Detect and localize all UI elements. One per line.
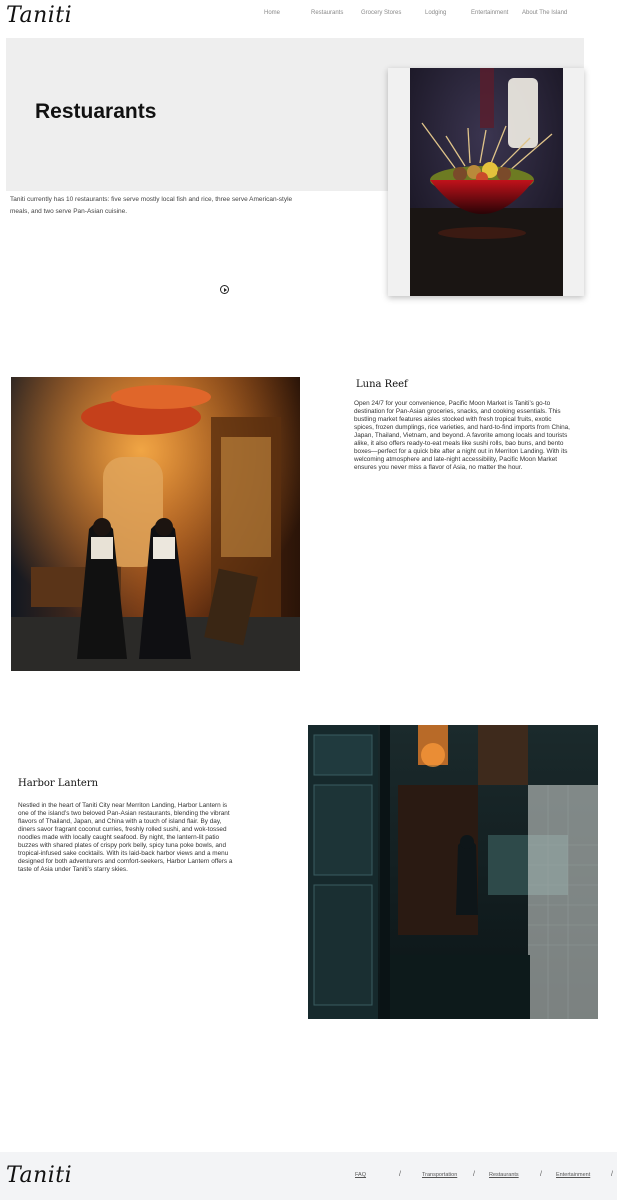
- site-logo[interactable]: Taniti: [6, 3, 72, 28]
- night-market-photo: [11, 377, 300, 671]
- section-text-harbor-lantern: Nestled in the heart of Taniti City near…: [18, 802, 233, 873]
- nav-entertainment[interactable]: Entertainment: [471, 10, 508, 16]
- nav-home[interactable]: Home: [264, 10, 280, 16]
- skewer-bowl-photo: [410, 68, 563, 296]
- nav-lodging[interactable]: Lodging: [425, 10, 446, 16]
- site-footer: [0, 1152, 617, 1200]
- footer-separator: /: [473, 1171, 475, 1178]
- footer-separator: /: [611, 1171, 613, 1178]
- footer-link-entertainment[interactable]: Entertainment: [556, 1172, 590, 1178]
- play-icon[interactable]: [220, 285, 229, 294]
- section-text-luna-reef: Open 24/7 for your convenience, Pacific …: [354, 400, 570, 471]
- footer-logo[interactable]: Taniti: [6, 1163, 72, 1188]
- page-title: Restuarants: [35, 100, 157, 123]
- footer-separator: /: [399, 1171, 401, 1178]
- restaurant-interior-photo: [308, 725, 598, 1019]
- footer-link-faq[interactable]: FAQ: [355, 1172, 366, 1178]
- footer-link-restaurants[interactable]: Restaurants: [489, 1172, 519, 1178]
- nav-grocery-stores[interactable]: Grocery Stores: [361, 10, 401, 16]
- section-title-harbor-lantern: Harbor Lantern: [18, 778, 99, 789]
- hero-description: Taniti currently has 10 restaurants: fiv…: [10, 196, 293, 215]
- footer-separator: /: [540, 1171, 542, 1178]
- footer-link-transportation[interactable]: Transportation: [422, 1172, 457, 1178]
- nav-about-the-island[interactable]: About The Island: [522, 10, 567, 16]
- section-title-luna-reef: Luna Reef: [356, 379, 408, 390]
- nav-restaurants[interactable]: Restaurants: [311, 10, 343, 16]
